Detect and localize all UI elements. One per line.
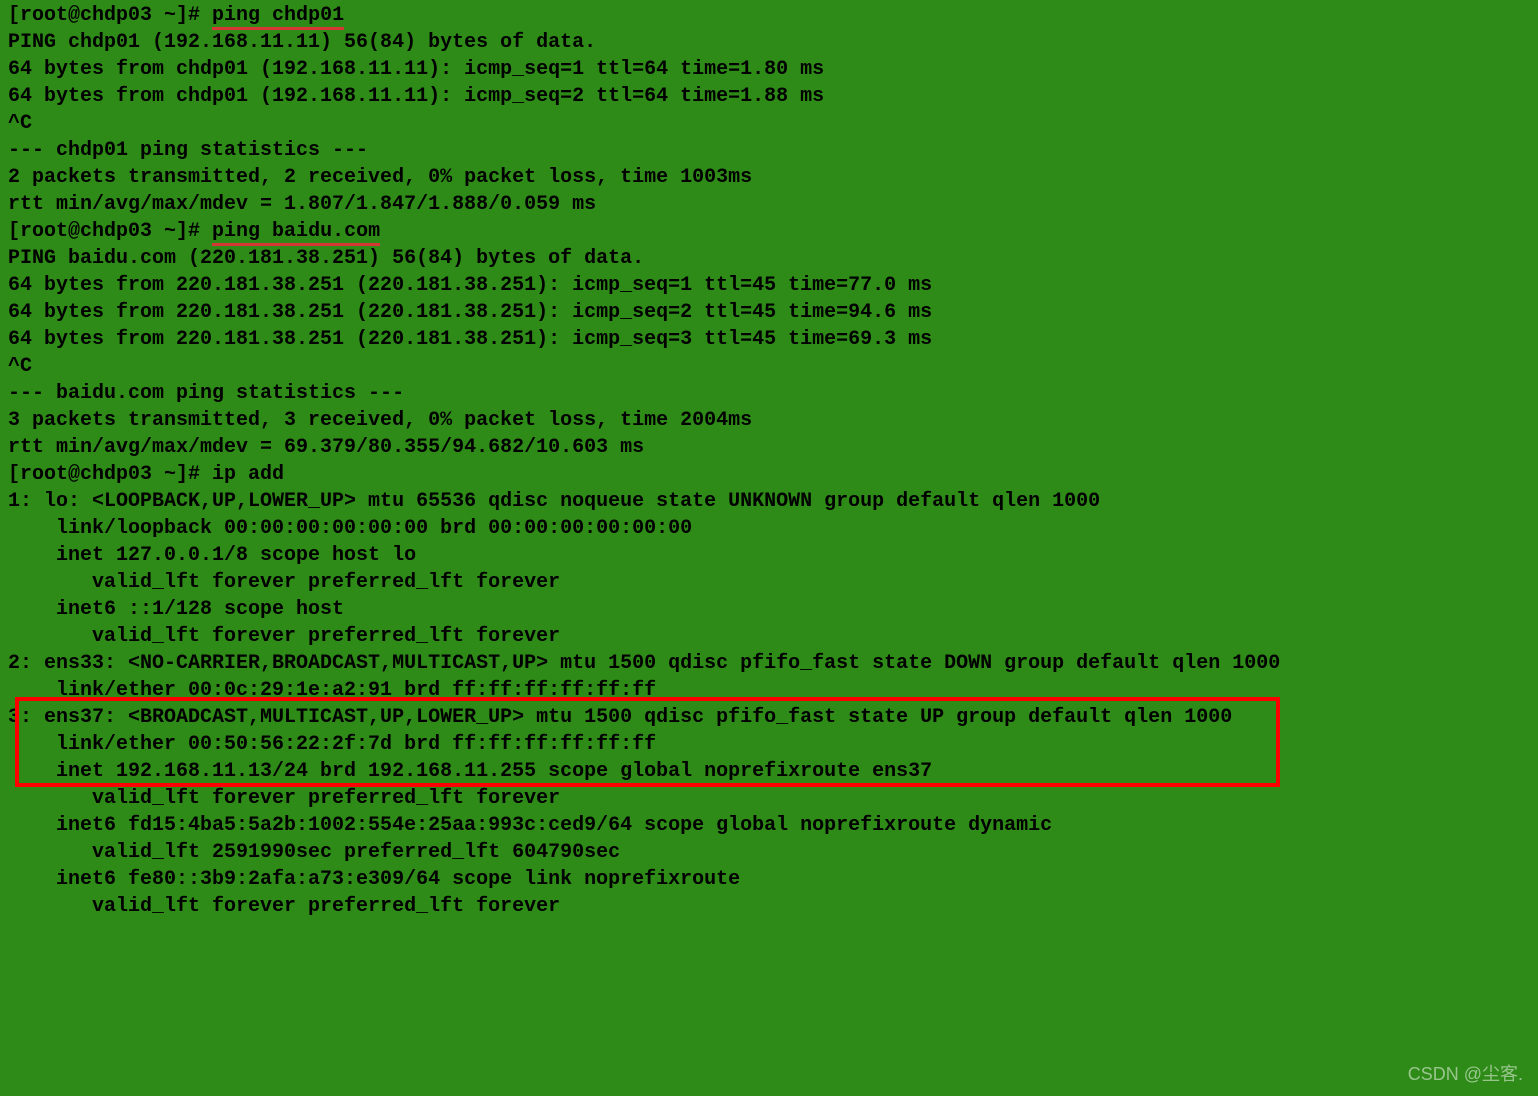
output-line: inet6 ::1/128 scope host [8, 596, 1530, 623]
output-line: 64 bytes from 220.181.38.251 (220.181.38… [8, 299, 1530, 326]
output-line: PING baidu.com (220.181.38.251) 56(84) b… [8, 245, 1530, 272]
output-line: --- chdp01 ping statistics --- [8, 137, 1530, 164]
prompt-line-3: [root@chdp03 ~]# ip add [8, 461, 1530, 488]
command-ping-chdp01: ping chdp01 [212, 4, 344, 30]
output-line: 3 packets transmitted, 3 received, 0% pa… [8, 407, 1530, 434]
output-line: valid_lft forever preferred_lft forever [8, 893, 1530, 920]
output-line-ens37-header: 3: ens37: <BROADCAST,MULTICAST,UP,LOWER_… [8, 704, 1530, 731]
prompt-line-2: [root@chdp03 ~]# ping baidu.com [8, 218, 1530, 245]
output-line: ^C [8, 110, 1530, 137]
output-line: 2 packets transmitted, 2 received, 0% pa… [8, 164, 1530, 191]
output-line: link/loopback 00:00:00:00:00:00 brd 00:0… [8, 515, 1530, 542]
output-line: 64 bytes from chdp01 (192.168.11.11): ic… [8, 56, 1530, 83]
prompt-prefix: [root@chdp03 ~]# [8, 220, 212, 243]
prompt-line-1: [root@chdp03 ~]# ping chdp01 [8, 2, 1530, 29]
output-line: 2: ens33: <NO-CARRIER,BROADCAST,MULTICAS… [8, 650, 1530, 677]
output-line: 64 bytes from chdp01 (192.168.11.11): ic… [8, 83, 1530, 110]
prompt-prefix: [root@chdp03 ~]# [8, 4, 212, 27]
output-line: 64 bytes from 220.181.38.251 (220.181.38… [8, 272, 1530, 299]
output-line: valid_lft forever preferred_lft forever [8, 623, 1530, 650]
output-line: 1: lo: <LOOPBACK,UP,LOWER_UP> mtu 65536 … [8, 488, 1530, 515]
output-line: inet 127.0.0.1/8 scope host lo [8, 542, 1530, 569]
output-line: inet6 fd15:4ba5:5a2b:1002:554e:25aa:993c… [8, 812, 1530, 839]
watermark: CSDN @尘客. [1408, 1061, 1523, 1088]
output-line: inet6 fe80::3b9:2afa:a73:e309/64 scope l… [8, 866, 1530, 893]
command-ping-baidu: ping baidu.com [212, 220, 380, 246]
output-line: valid_lft forever preferred_lft forever [8, 569, 1530, 596]
output-line: valid_lft 2591990sec preferred_lft 60479… [8, 839, 1530, 866]
output-line: ^C [8, 353, 1530, 380]
output-line: rtt min/avg/max/mdev = 1.807/1.847/1.888… [8, 191, 1530, 218]
output-line: link/ether 00:0c:29:1e:a2:91 brd ff:ff:f… [8, 677, 1530, 704]
output-line: --- baidu.com ping statistics --- [8, 380, 1530, 407]
output-line-ens37-link: link/ether 00:50:56:22:2f:7d brd ff:ff:f… [8, 731, 1530, 758]
output-line: PING chdp01 (192.168.11.11) 56(84) bytes… [8, 29, 1530, 56]
output-line: 64 bytes from 220.181.38.251 (220.181.38… [8, 326, 1530, 353]
output-line: valid_lft forever preferred_lft forever [8, 785, 1530, 812]
output-line: rtt min/avg/max/mdev = 69.379/80.355/94.… [8, 434, 1530, 461]
output-line-ens37-inet: inet 192.168.11.13/24 brd 192.168.11.255… [8, 758, 1530, 785]
